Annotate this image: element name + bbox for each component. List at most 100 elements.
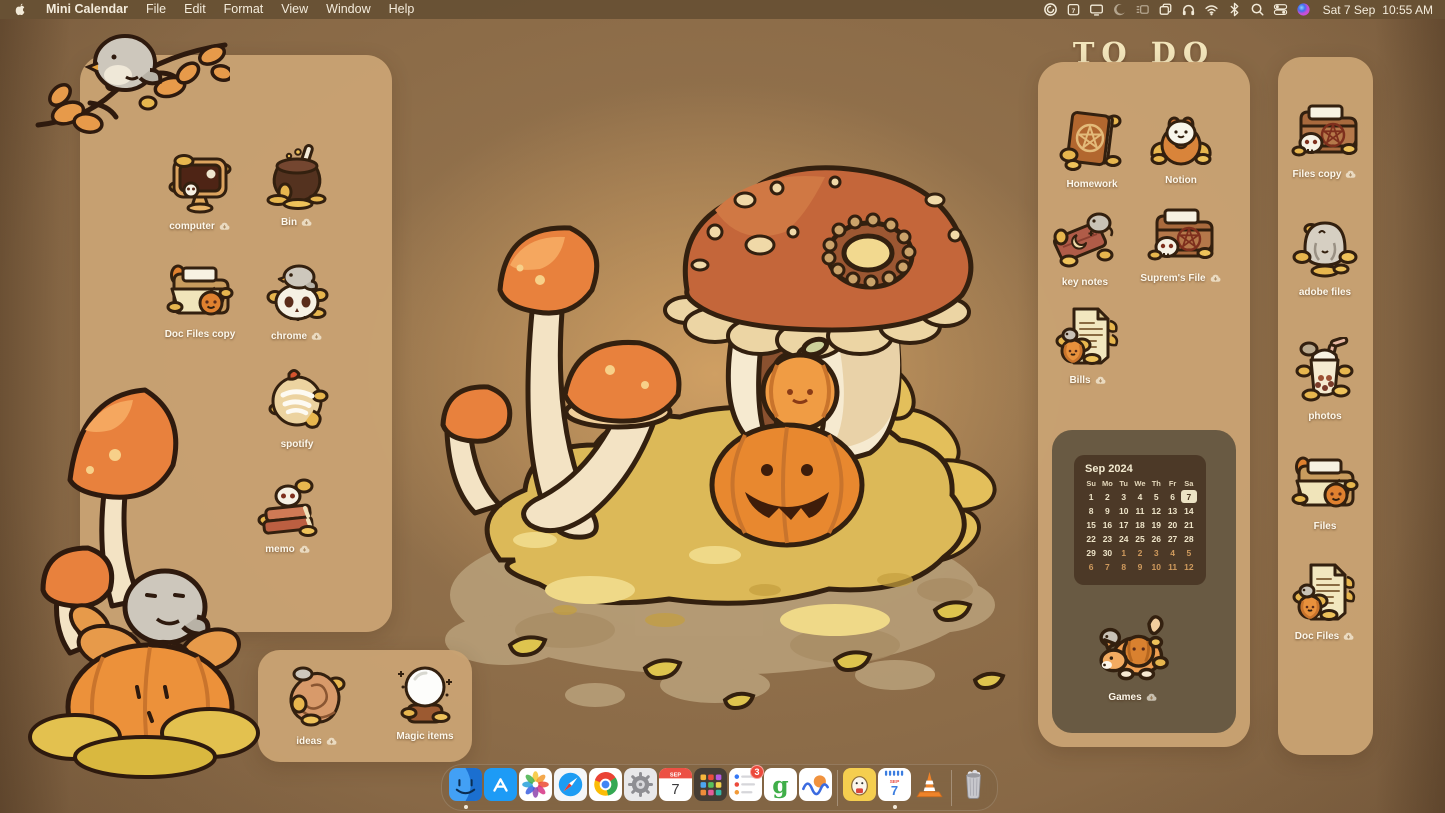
- display-status-icon[interactable]: [1085, 2, 1108, 17]
- desktop-icon-doc-files[interactable]: Doc Files: [1270, 557, 1380, 642]
- apple-menu-icon[interactable]: [12, 2, 37, 17]
- calendar-day[interactable]: 17: [1116, 518, 1132, 531]
- calendar-day[interactable]: 26: [1148, 532, 1164, 545]
- bluetooth-status-icon[interactable]: [1223, 2, 1246, 17]
- calendar-day[interactable]: 11: [1164, 560, 1180, 573]
- menu-item-format[interactable]: Format: [215, 0, 273, 19]
- desktop-icon-files[interactable]: Files: [1270, 447, 1380, 532]
- dock-character-app-icon[interactable]: [842, 764, 877, 811]
- dock-finder-icon[interactable]: [448, 764, 483, 811]
- menu-clock[interactable]: Sat 7 Sep 10:55 AM: [1323, 3, 1433, 17]
- dock-safari-icon[interactable]: [553, 764, 588, 811]
- calendar-day[interactable]: 3: [1148, 546, 1164, 559]
- calendar-day[interactable]: 16: [1099, 518, 1115, 531]
- calendar-day[interactable]: 9: [1099, 504, 1115, 517]
- menu-item-help[interactable]: Help: [380, 0, 424, 19]
- calendar-day[interactable]: 25: [1132, 532, 1148, 545]
- calendar-day[interactable]: 28: [1181, 532, 1197, 545]
- calendar-day[interactable]: 19: [1148, 518, 1164, 531]
- dock-photos-app-icon[interactable]: [518, 764, 553, 811]
- desktop-icon-notion[interactable]: Notion: [1126, 101, 1236, 186]
- calendar-day[interactable]: 1: [1083, 490, 1099, 503]
- calendar-day[interactable]: 30: [1099, 546, 1115, 559]
- calendar-day[interactable]: 13: [1164, 504, 1180, 517]
- calendar-day[interactable]: 6: [1164, 490, 1180, 503]
- desktop-icon-spotify[interactable]: spotify: [242, 365, 352, 450]
- dock-chrome-app-icon[interactable]: [588, 764, 623, 811]
- dock-reminders-icon[interactable]: 3: [728, 764, 763, 811]
- calendar-day[interactable]: 9: [1132, 560, 1148, 573]
- calendar-day[interactable]: 1: [1116, 546, 1132, 559]
- calendar-day[interactable]: 10: [1116, 504, 1132, 517]
- calendar-day[interactable]: 27: [1164, 532, 1180, 545]
- menu-item-file[interactable]: File: [137, 0, 175, 19]
- calendar-day-selected[interactable]: 7: [1181, 490, 1197, 503]
- calendar-day[interactable]: 8: [1083, 504, 1099, 517]
- desktop-icon-bills[interactable]: Bills: [1033, 301, 1143, 386]
- calendar-day[interactable]: 5: [1148, 490, 1164, 503]
- calendar-day[interactable]: 7: [1099, 560, 1115, 573]
- desktop-icon-ideas[interactable]: ideas: [262, 662, 372, 747]
- calendar-day[interactable]: 2: [1132, 546, 1148, 559]
- menu-item-edit[interactable]: Edit: [175, 0, 215, 19]
- calendar-day[interactable]: 3: [1116, 490, 1132, 503]
- dock-system-settings-icon[interactable]: [623, 764, 658, 811]
- dock-launchpad-icon[interactable]: [693, 764, 728, 811]
- desktop-icon-adobe-files[interactable]: adobe files: [1270, 213, 1380, 298]
- calendar-status-icon[interactable]: 7: [1062, 2, 1085, 17]
- desktop-icon-memo[interactable]: memo: [233, 470, 343, 555]
- headphones-status-icon[interactable]: [1177, 2, 1200, 17]
- dock-trash-icon[interactable]: [956, 764, 991, 811]
- calendar-day[interactable]: 29: [1083, 546, 1099, 559]
- dock-drawing-app-icon[interactable]: [798, 764, 833, 811]
- dock-green-g-app-icon[interactable]: g: [763, 764, 798, 811]
- desktop-icon-doc-files-copy[interactable]: Doc Files copy: [145, 255, 255, 340]
- siri-status-icon[interactable]: [1292, 2, 1315, 17]
- menu-item-window[interactable]: Window: [317, 0, 379, 19]
- desktop-icon-photos[interactable]: photos: [1270, 337, 1380, 422]
- window-copy-status-icon[interactable]: [1154, 2, 1177, 17]
- desktop-icon-files-copy[interactable]: Files copy: [1270, 95, 1380, 180]
- calendar-weekday: Fr: [1164, 479, 1180, 489]
- calendar-day[interactable]: 8: [1116, 560, 1132, 573]
- stage-manager-status-icon[interactable]: [1131, 2, 1154, 17]
- calendar-day[interactable]: 11: [1132, 504, 1148, 517]
- desktop-icon-magic-items[interactable]: Magic items: [370, 657, 480, 742]
- calendar-day[interactable]: 21: [1181, 518, 1197, 531]
- control-center-status-icon[interactable]: [1269, 2, 1292, 17]
- calendar-day[interactable]: 20: [1164, 518, 1180, 531]
- calendar-day[interactable]: 15: [1083, 518, 1099, 531]
- calendar-day[interactable]: 4: [1164, 546, 1180, 559]
- calendar-day[interactable]: 18: [1132, 518, 1148, 531]
- dock-calendar-app-icon[interactable]: SEP7: [658, 764, 693, 811]
- calendar-day[interactable]: 5: [1181, 546, 1197, 559]
- search-status-icon[interactable]: [1246, 2, 1269, 17]
- calendar-day[interactable]: 23: [1099, 532, 1115, 545]
- wifi-status-icon[interactable]: [1200, 2, 1223, 17]
- menu-item-view[interactable]: View: [272, 0, 317, 19]
- calendar-day[interactable]: 22: [1083, 532, 1099, 545]
- moon-status-icon[interactable]: [1108, 2, 1131, 17]
- desktop-icon-chrome[interactable]: chrome: [242, 257, 352, 342]
- calendar-day[interactable]: 14: [1181, 504, 1197, 517]
- calendar-day[interactable]: 6: [1083, 560, 1099, 573]
- icon-label: key notes: [1062, 277, 1108, 288]
- desktop-icon-games[interactable]: Games: [1078, 608, 1188, 703]
- creative-cloud-status-icon[interactable]: [1039, 2, 1062, 17]
- menu-app-name[interactable]: Mini Calendar: [37, 0, 137, 19]
- dock-mini-calendar-app-icon[interactable]: SEP7: [877, 764, 912, 811]
- calendar-widget[interactable]: Sep 2024 SuMoTuWeThFrSa12345678910111213…: [1074, 455, 1206, 585]
- dock-vlc-icon[interactable]: [912, 764, 947, 811]
- calendar-day[interactable]: 24: [1116, 532, 1132, 545]
- calendar-day[interactable]: 12: [1148, 504, 1164, 517]
- fox-pumpkin-icon: [1092, 608, 1174, 690]
- calendar-day[interactable]: 10: [1148, 560, 1164, 573]
- calendar-day[interactable]: 4: [1132, 490, 1148, 503]
- calendar-day[interactable]: 12: [1181, 560, 1197, 573]
- desktop-icon-suprem-s-file[interactable]: Suprem's File: [1126, 199, 1236, 284]
- desktop-icon-computer[interactable]: computer: [145, 147, 255, 232]
- desktop-icon-key-notes[interactable]: key notes: [1030, 203, 1140, 288]
- calendar-day[interactable]: 2: [1099, 490, 1115, 503]
- desktop-icon-bin[interactable]: Bin: [242, 143, 352, 228]
- dock-app-store-icon[interactable]: [483, 764, 518, 811]
